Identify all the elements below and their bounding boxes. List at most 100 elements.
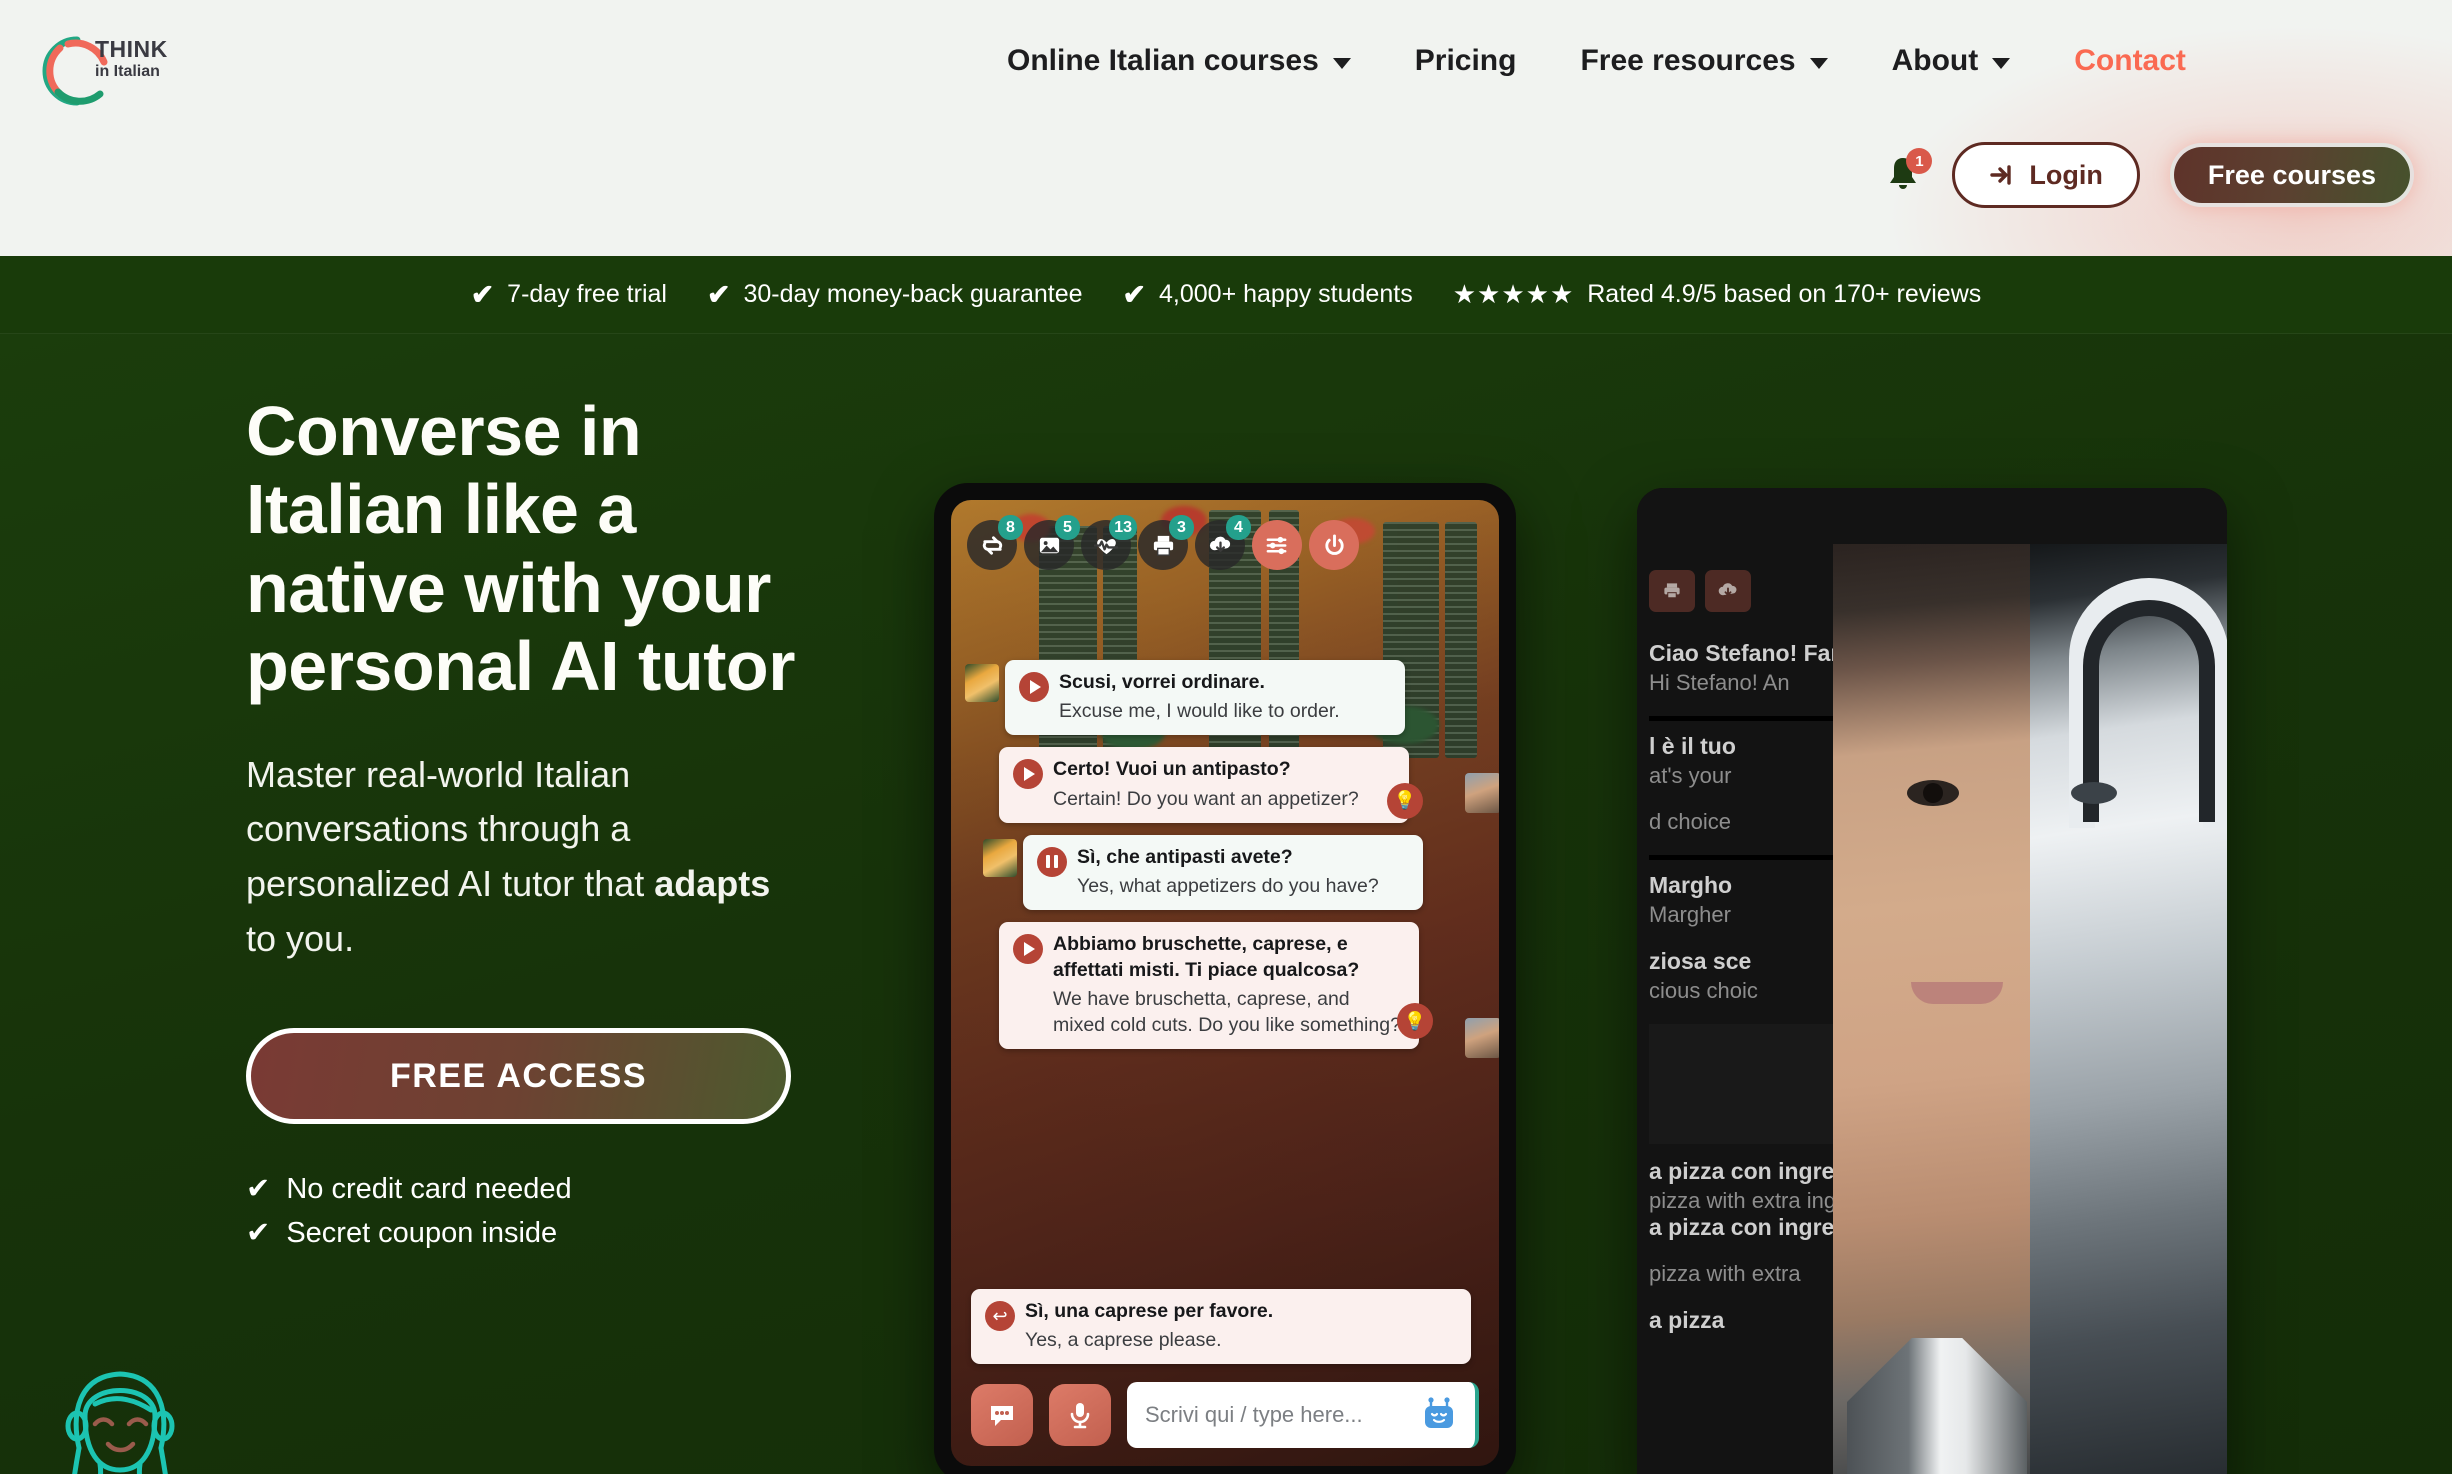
brand-name[interactable]: THINK in Italian	[95, 38, 168, 80]
girl-face-line-art-icon	[55, 1352, 185, 1474]
nav-item-contact[interactable]: Contact	[2042, 44, 2218, 78]
message-italian: Scusi, vorrei ordinare.	[1059, 671, 1265, 693]
header-actions: 1 Login Free courses	[1884, 142, 2414, 208]
brand-name-think: THINK	[95, 36, 168, 62]
check-icon: ✔	[246, 1216, 271, 1249]
message-bubble[interactable]: Scusi, vorrei ordinare. Excuse me, I wou…	[1005, 660, 1405, 736]
login-label: Login	[2029, 159, 2103, 190]
man-avatar	[1465, 773, 1499, 814]
sign-in-icon	[1990, 165, 2012, 185]
banner-item-money-back: ✔ 30-day money-back guarantee	[687, 278, 1103, 311]
pause-icon[interactable]	[1037, 846, 1067, 877]
message-italian: Certo! Vuoi un antipasto?	[1053, 758, 1291, 781]
banner-label: 4,000+ happy students	[1159, 280, 1413, 308]
image-badge: 5	[1055, 515, 1080, 540]
tablet-toolbar: 8 5 13 3 4	[967, 515, 1487, 570]
check-icon: ✔	[470, 279, 495, 310]
check-icon: ✔	[706, 279, 731, 310]
message-italian: Abbiamo bruschette, caprese, e affettati…	[1053, 933, 1360, 981]
lightbulb-icon[interactable]: 💡	[1387, 782, 1423, 819]
banner-item-free-trial: ✔ 7-day free trial	[451, 278, 687, 311]
message-bubble[interactable]: Certo! Vuoi un antipasto? Certain! Do yo…	[999, 747, 1423, 823]
cta-note-no-credit-card: ✔ No credit card needed	[246, 1168, 806, 1212]
lightbulb-icon[interactable]: 💡	[1397, 1003, 1433, 1040]
hero-subtitle: Master real-world Italian conversations …	[246, 748, 806, 967]
cat-avatar	[965, 664, 999, 702]
chat-dots-icon[interactable]	[971, 1384, 1033, 1446]
banner-item-rating: ★★★★★ Rated 4.9/5 based on 170+ reviews	[1433, 279, 2002, 310]
man-avatar	[1465, 1018, 1499, 1059]
repeat-badge: 8	[998, 515, 1023, 540]
repeat-icon[interactable]: 8	[967, 515, 1023, 570]
message-italian: Sì, che antipasti avete?	[1077, 845, 1293, 868]
message-italian: Sì, una caprese per favore.	[1025, 1299, 1274, 1322]
notification-bell-icon[interactable]: 1	[1884, 148, 1933, 197]
chat-message-3: Sì, che antipasti avete? Yes, what appet…	[965, 834, 1485, 911]
chat-message-4: Abbiamo bruschette, caprese, e affettati…	[965, 922, 1499, 1059]
free-access-button[interactable]: FREE ACCESS	[246, 1028, 791, 1125]
nav-item-about[interactable]: About	[1860, 44, 2043, 78]
message-english: We have bruschetta, caprese, and mixed c…	[1053, 988, 1401, 1037]
half-human-half-robot-image	[1833, 544, 2227, 1474]
chevron-down-icon	[1992, 57, 2011, 69]
cat-avatar	[983, 838, 1017, 877]
message-bubble[interactable]: Abbiamo bruschette, caprese, e affettati…	[999, 922, 1433, 1050]
robot-icon[interactable]	[1417, 1393, 1461, 1443]
main-navigation: Online Italian courses Pricing Free reso…	[975, 44, 2218, 78]
heartbeat-icon[interactable]: 13	[1081, 515, 1137, 570]
play-icon[interactable]	[1013, 934, 1043, 965]
tablet-screen: 8 5 13 3 4 Scusi, vorrei ordinare. Excus…	[951, 500, 1499, 1466]
heartbeat-badge: 13	[1109, 515, 1137, 540]
nav-label: Online Italian courses	[1007, 44, 1319, 77]
play-icon[interactable]	[1019, 672, 1049, 702]
chat-message-1: Scusi, vorrei ordinare. Excuse me, I wou…	[965, 660, 1485, 736]
tablet-mockup: 8 5 13 3 4 Scusi, vorrei ordinare. Excus…	[934, 483, 1516, 1474]
cloud-download-icon[interactable]: 4	[1195, 515, 1251, 570]
microphone-icon[interactable]	[1049, 1384, 1111, 1446]
cta-note-label: Secret coupon inside	[286, 1216, 558, 1249]
cloud-download-icon[interactable]	[1705, 570, 1751, 612]
cloud-download-badge: 4	[1226, 515, 1251, 540]
phone-mockup: Ciao Stefano! Fammi Hi Stefano! An l è i…	[1637, 488, 2227, 1474]
message-input[interactable]: Scrivi qui / type here...	[1127, 1382, 1479, 1448]
nav-item-free-resources[interactable]: Free resources	[1548, 44, 1859, 78]
message-input-placeholder: Scrivi qui / type here...	[1145, 1402, 1363, 1427]
promo-banner: ✔ 7-day free trial ✔ 30-day money-back g…	[0, 256, 2452, 334]
message-english: Yes, what appetizers do you have?	[1077, 875, 1379, 898]
image-icon[interactable]: 5	[1024, 515, 1080, 570]
nav-label: About	[1891, 44, 1979, 77]
printer-badge: 3	[1169, 515, 1194, 540]
page-title: Converse in Italian like a native with y…	[246, 392, 795, 706]
message-bubble[interactable]: Sì, che antipasti avete? Yes, what appet…	[1023, 834, 1423, 911]
robot-eye	[2071, 782, 2117, 804]
site-header: THINK in Italian Online Italian courses …	[0, 0, 2452, 256]
power-icon[interactable]	[1309, 520, 1359, 570]
banner-label: 7-day free trial	[507, 280, 667, 308]
nav-label: Free resources	[1580, 44, 1796, 77]
free-courses-button[interactable]: Free courses	[2169, 143, 2414, 207]
login-button[interactable]: Login	[1952, 142, 2140, 208]
hero-subtitle-emphasis: adapts	[654, 863, 771, 904]
message-input-bar: Scrivi qui / type here...	[971, 1382, 1479, 1448]
printer-icon[interactable]: 3	[1138, 515, 1194, 570]
hero-copy: Converse in Italian like a native with y…	[246, 392, 806, 1255]
rating-label: Rated 4.9/5 based on 170+ reviews	[1587, 280, 1982, 308]
reply-icon[interactable]: ↩	[985, 1300, 1015, 1331]
sliders-icon[interactable]	[1252, 520, 1302, 570]
message-english: Excuse me, I would like to order.	[1059, 700, 1340, 723]
nav-label: Pricing	[1414, 44, 1517, 77]
play-icon[interactable]	[1013, 759, 1043, 790]
message-english: Yes, a caprese please.	[1025, 1328, 1222, 1351]
hero-section: Converse in Italian like a native with y…	[0, 334, 2452, 1474]
printer-icon[interactable]	[1649, 570, 1695, 612]
banner-item-happy-students: ✔ 4,000+ happy students	[1103, 278, 1433, 311]
nav-item-online-italian-courses[interactable]: Online Italian courses	[975, 44, 1383, 78]
nav-item-pricing[interactable]: Pricing	[1383, 44, 1549, 78]
mouth	[1911, 982, 2003, 1004]
chat-message-2: Certo! Vuoi un antipasto? Certain! Do yo…	[965, 747, 1499, 823]
phone-toolbar	[1649, 570, 1751, 612]
check-icon: ✔	[1122, 279, 1147, 310]
chat-message-5[interactable]: ↩ Sì, una caprese per favore. Yes, a cap…	[971, 1288, 1471, 1364]
message-english: Certain! Do you want an appetizer?	[1053, 787, 1359, 810]
chat-messages: Scusi, vorrei ordinare. Excuse me, I wou…	[965, 660, 1499, 1061]
